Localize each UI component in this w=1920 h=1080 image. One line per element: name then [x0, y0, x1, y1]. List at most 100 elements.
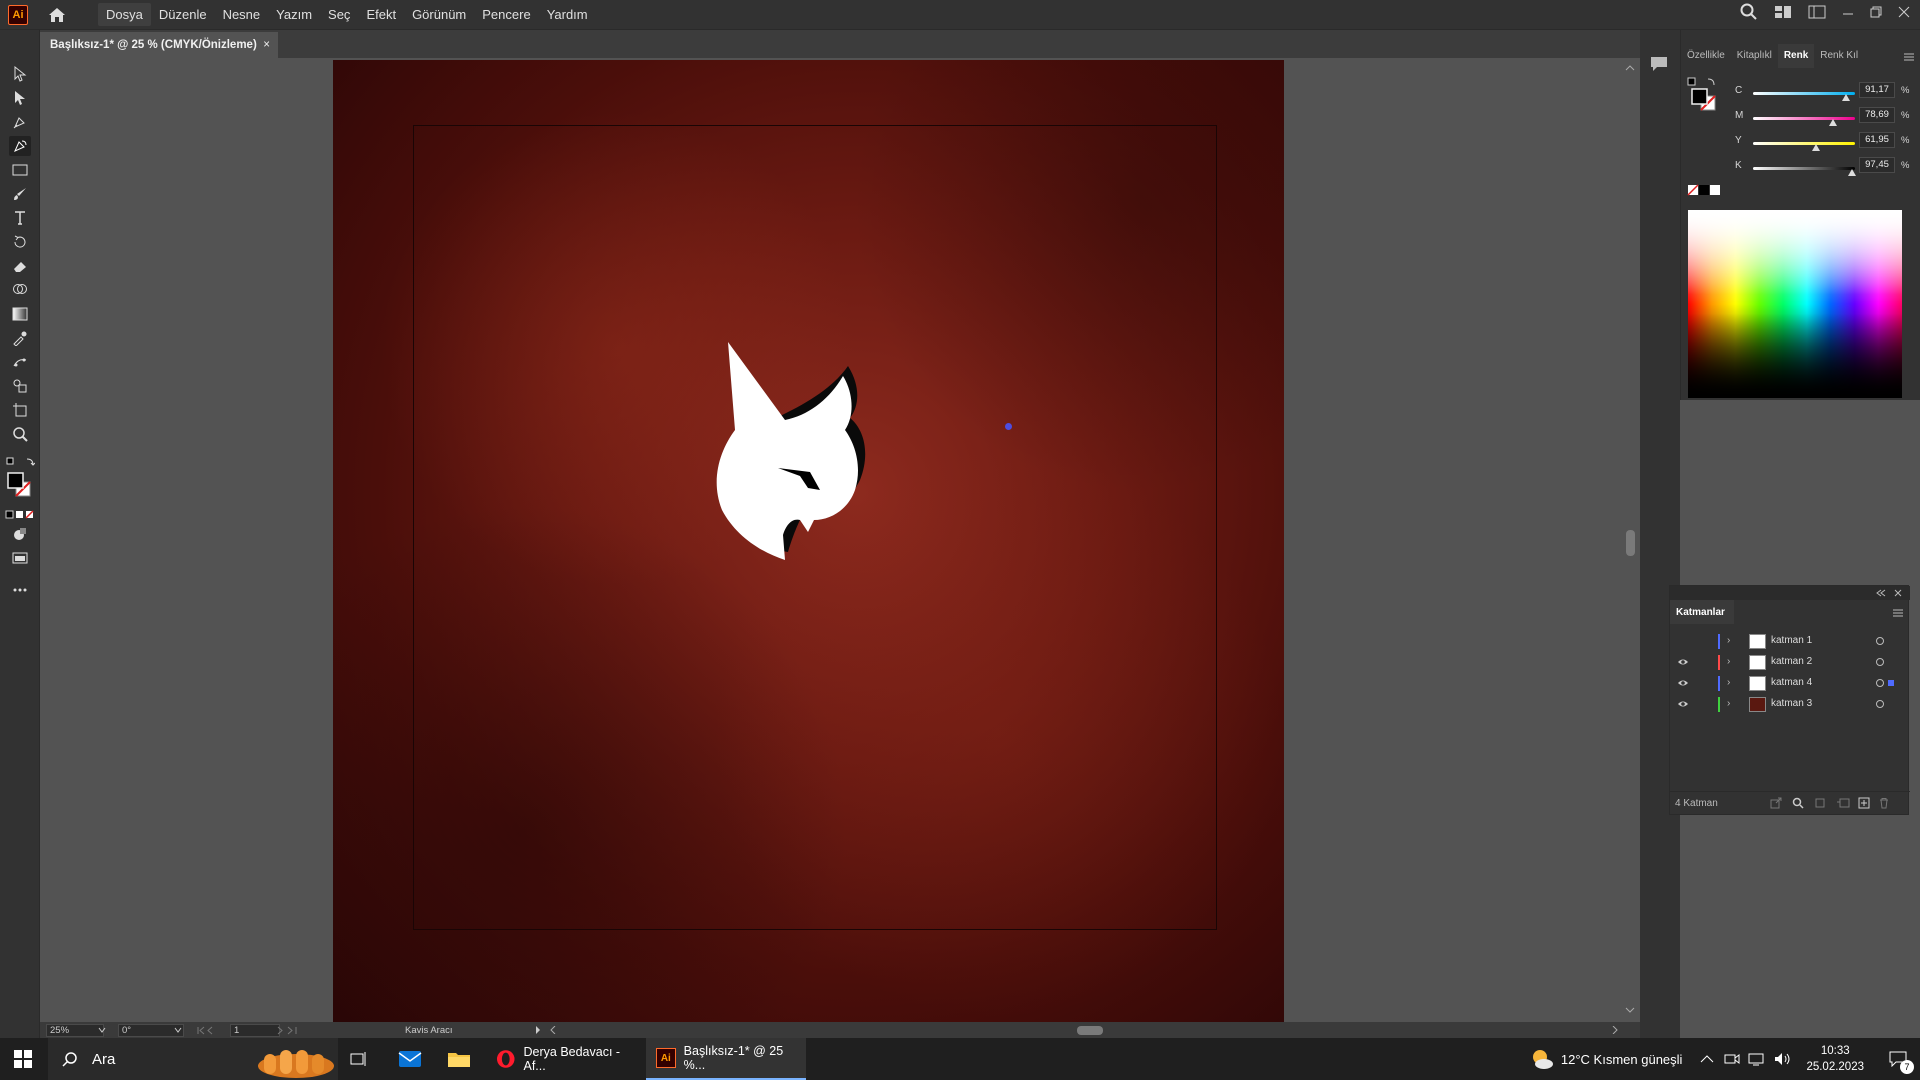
vertical-scroll-thumb[interactable] [1626, 530, 1635, 556]
shape-builder-tool-icon[interactable] [9, 280, 31, 300]
file-explorer-icon[interactable] [447, 1049, 471, 1069]
menu-gorunum[interactable]: Görünüm [404, 3, 474, 26]
symbol-sprayer-tool-icon[interactable] [9, 376, 31, 396]
collapse-panel-icon[interactable] [1876, 589, 1886, 597]
layer-row-katman-3[interactable]: › katman 3 [1670, 694, 1910, 715]
start-button[interactable] [0, 1038, 46, 1080]
taskbar-app-illustrator[interactable]: Ai Başlıksız-1* @ 25 %... [646, 1038, 806, 1080]
screen-mode-icon[interactable] [9, 548, 31, 568]
expand-layer-icon[interactable]: › [1727, 698, 1730, 709]
tab-libraries[interactable]: Kitaplıkl [1731, 44, 1778, 68]
hscroll-right-icon[interactable] [1612, 1026, 1618, 1034]
black-track[interactable] [1753, 167, 1855, 170]
home-icon[interactable] [46, 4, 68, 26]
export-icon[interactable] [1770, 797, 1782, 809]
type-tool-icon[interactable] [9, 208, 31, 228]
new-layer-icon[interactable] [1858, 797, 1870, 809]
artboard-tool-icon[interactable] [9, 400, 31, 420]
expand-layer-icon[interactable]: › [1727, 677, 1730, 688]
weather-partly-sunny-icon[interactable] [1529, 1046, 1555, 1072]
zoom-field[interactable]: 25% [46, 1024, 104, 1037]
menu-dosya[interactable]: Dosya [98, 3, 151, 26]
meet-now-icon[interactable] [1724, 1052, 1740, 1066]
layer-name[interactable]: katman 4 [1771, 677, 1812, 688]
layers-menu-icon[interactable] [1892, 608, 1904, 618]
layer-target-icon[interactable] [1876, 658, 1884, 666]
locate-object-icon[interactable] [1792, 797, 1804, 809]
layer-name[interactable]: katman 2 [1771, 656, 1812, 667]
zoom-dropdown-icon[interactable] [98, 1027, 106, 1033]
arrange-documents-icon[interactable] [1808, 5, 1826, 19]
magenta-slider[interactable]: M 78,69 % [1681, 107, 1920, 127]
taskbar-app-opera[interactable]: Derya Bedavacı - Af... [490, 1038, 642, 1080]
clipping-mask-icon[interactable] [1814, 797, 1826, 809]
layer-row-katman-4[interactable]: › katman 4 [1670, 673, 1910, 694]
layer-target-icon[interactable] [1876, 679, 1884, 687]
pen-tool-icon[interactable] [9, 112, 31, 132]
mail-app-icon[interactable] [398, 1049, 422, 1069]
default-fill-stroke-icon[interactable] [4, 452, 36, 472]
panel-menu-icon[interactable] [1903, 52, 1915, 62]
restore-icon[interactable] [1870, 6, 1882, 18]
menu-sec[interactable]: Seç [320, 3, 358, 26]
yellow-track[interactable] [1753, 142, 1855, 145]
black-slider[interactable]: K 97,45 % [1681, 157, 1920, 177]
menu-yazim[interactable]: Yazım [268, 3, 320, 26]
black-value-field[interactable]: 97,45 [1859, 157, 1895, 173]
quick-swatches[interactable] [1687, 184, 1723, 196]
rotation-dropdown-icon[interactable] [174, 1027, 182, 1033]
selection-tool-icon[interactable] [9, 64, 31, 84]
magenta-value-field[interactable]: 78,69 [1859, 107, 1895, 123]
direct-selection-tool-icon[interactable] [9, 88, 31, 108]
puppet-warp-tool-icon[interactable] [9, 352, 31, 372]
vertical-scrollbar[interactable] [1620, 60, 1640, 1022]
scroll-down-icon[interactable] [1625, 1006, 1635, 1014]
show-hidden-icons-icon[interactable] [1700, 1054, 1714, 1064]
menu-duzenle[interactable]: Düzenle [151, 3, 215, 26]
eyedropper-tool-icon[interactable] [9, 328, 31, 348]
hscroll-left-icon[interactable] [550, 1026, 556, 1034]
zoom-tool-icon[interactable] [9, 424, 31, 444]
menu-yardim[interactable]: Yardım [539, 3, 596, 26]
anchor-point[interactable] [1005, 423, 1012, 430]
artboard-prev-nav-icon[interactable] [196, 1026, 232, 1035]
notification-center-button[interactable]: 7 [1876, 1038, 1920, 1080]
artboard-number-field[interactable]: 1 [230, 1024, 280, 1037]
layer-name[interactable]: katman 1 [1771, 635, 1812, 646]
paintbrush-tool-icon[interactable] [9, 184, 31, 204]
cyan-value-field[interactable]: 91,17 [1859, 82, 1895, 98]
menu-pencere[interactable]: Pencere [474, 3, 538, 26]
cyan-slider[interactable]: C 91,17 % [1681, 82, 1920, 102]
lynx-head-graphic[interactable] [700, 330, 930, 630]
artboard-next-nav-icon[interactable] [274, 1026, 310, 1035]
menu-efekt[interactable]: Efekt [358, 3, 404, 26]
yellow-value-field[interactable]: 61,95 [1859, 132, 1895, 148]
color-spectrum[interactable] [1688, 210, 1902, 398]
minimize-icon[interactable] [1842, 6, 1854, 18]
menu-nesne[interactable]: Nesne [215, 3, 269, 26]
more-tools-icon[interactable] [9, 580, 31, 600]
expand-layer-icon[interactable]: › [1727, 635, 1730, 646]
new-sublayer-icon[interactable] [1836, 797, 1850, 809]
black-knob[interactable] [1848, 169, 1857, 176]
tab-color-guide[interactable]: Renk Kıl [1814, 44, 1864, 68]
scroll-up-icon[interactable] [1625, 64, 1635, 72]
workspace-switcher-icon[interactable] [1774, 5, 1792, 19]
taskbar-search-box[interactable]: Ara [48, 1038, 338, 1080]
document-tab[interactable]: Başlıksız-1* @ 25 % (CMYK/Önizleme) × [40, 32, 278, 58]
draw-mode-icon[interactable] [9, 524, 31, 544]
clock[interactable]: 10:33 25.02.2023 [1806, 1043, 1864, 1075]
eraser-tool-icon[interactable] [9, 256, 31, 276]
weather-text[interactable]: 12°C Kısmen güneşli [1561, 1052, 1683, 1067]
delete-layer-icon[interactable] [1878, 797, 1890, 809]
layer-row-katman-2[interactable]: › katman 2 [1670, 652, 1910, 673]
layers-panel-title[interactable]: Katmanlar [1670, 600, 1734, 624]
yellow-knob[interactable] [1812, 144, 1821, 151]
cyan-track[interactable] [1753, 92, 1855, 95]
yellow-slider[interactable]: Y 61,95 % [1681, 132, 1920, 152]
comments-icon[interactable] [1650, 56, 1668, 72]
layer-target-icon[interactable] [1876, 700, 1884, 708]
status-menu-arrow-icon[interactable] [535, 1026, 541, 1034]
rotate-tool-icon[interactable] [9, 232, 31, 252]
tab-color[interactable]: Renk [1777, 44, 1815, 68]
